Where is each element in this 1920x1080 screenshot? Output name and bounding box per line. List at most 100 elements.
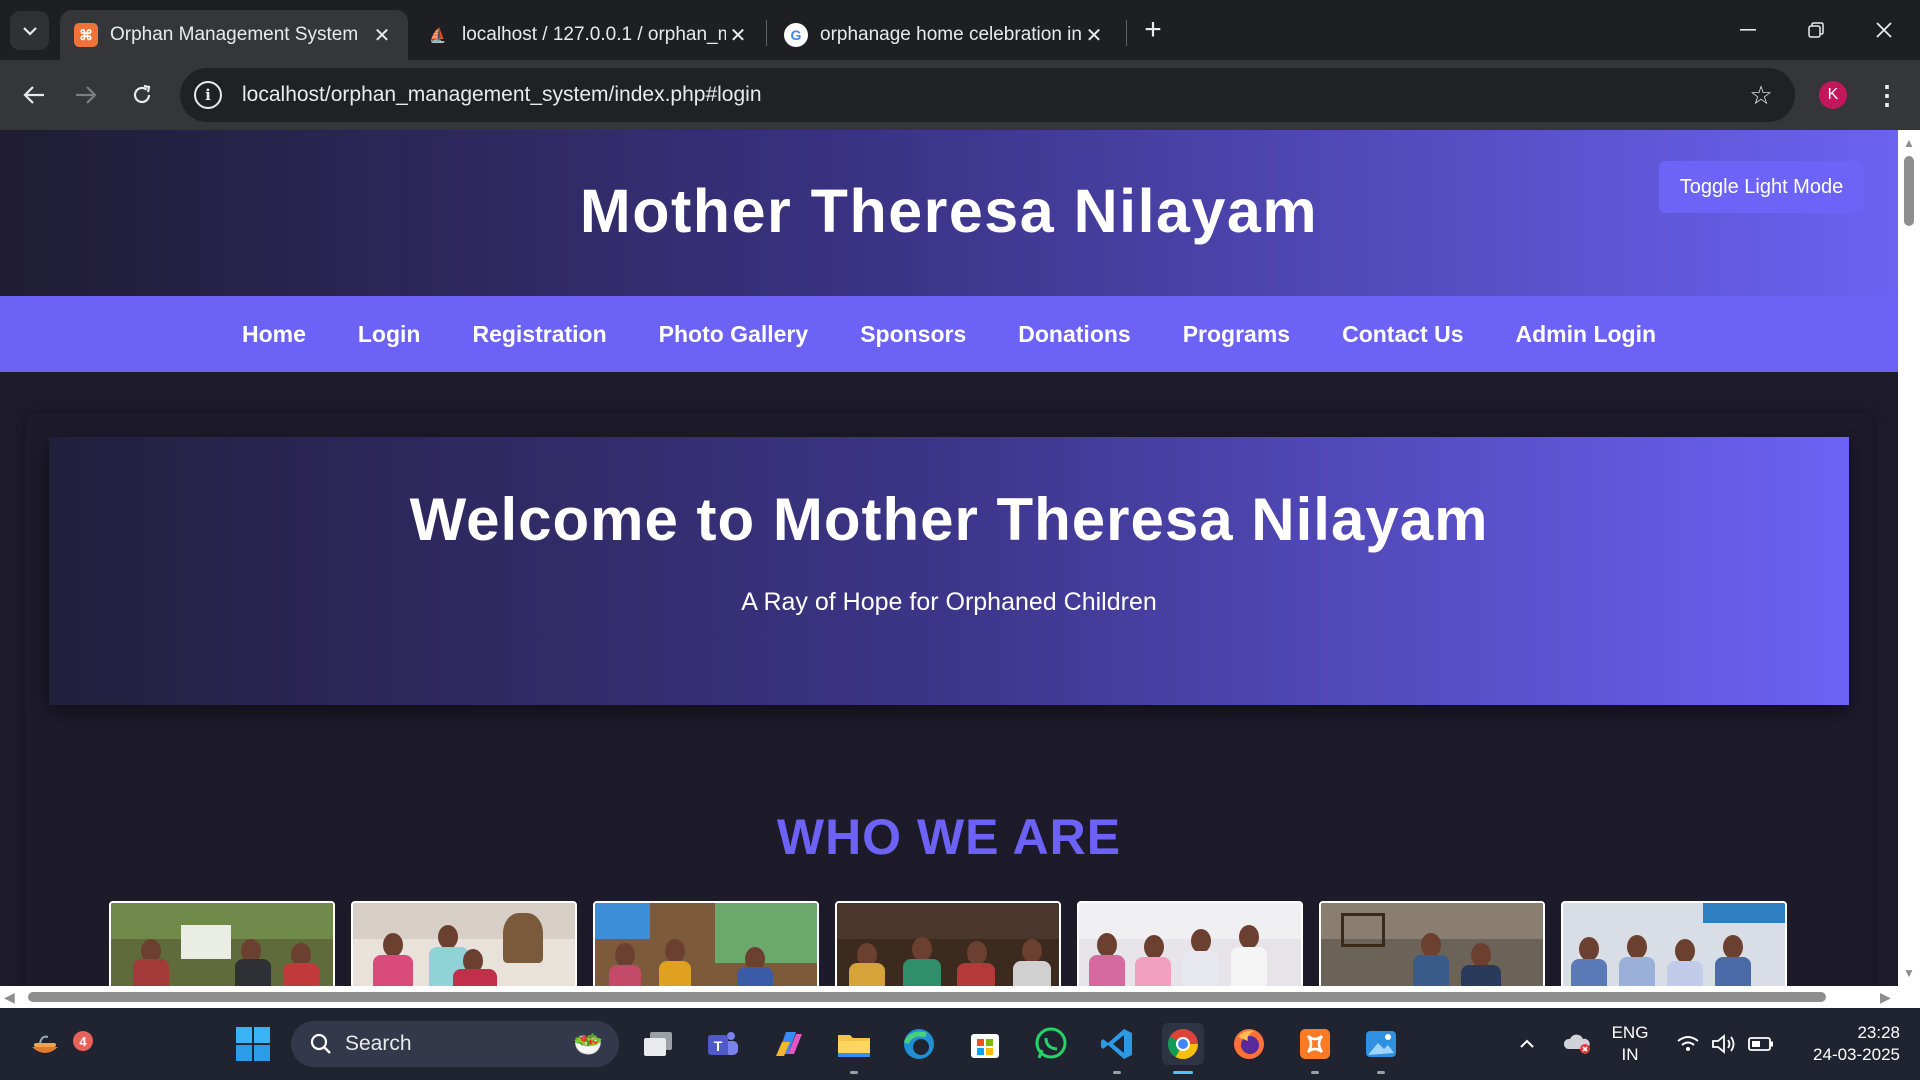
restore-icon: [1808, 22, 1824, 38]
close-icon: [1876, 22, 1892, 38]
minimize-button[interactable]: [1718, 8, 1778, 52]
photos-app[interactable]: [1360, 1023, 1402, 1074]
horizontal-scroll-thumb[interactable]: [28, 992, 1826, 1002]
nav-login[interactable]: Login: [358, 321, 421, 348]
battery-status[interactable]: [1744, 1008, 1778, 1080]
taskbar-search[interactable]: Search 🥗: [291, 1021, 619, 1067]
gallery-photo[interactable]: [1561, 901, 1787, 986]
gallery-photo[interactable]: [351, 901, 577, 986]
url-text[interactable]: localhost/orphan_management_system/index…: [242, 83, 1741, 107]
search-icon: [310, 1033, 331, 1054]
firefox-app[interactable]: [1228, 1023, 1270, 1065]
start-button[interactable]: [232, 1023, 274, 1065]
folder-icon: [838, 1035, 870, 1057]
close-icon[interactable]: ✕: [1082, 23, 1106, 48]
tab-phpmyadmin[interactable]: ⛵ localhost / 127.0.0.1 / orphan_m ✕: [412, 10, 764, 60]
gallery-photo[interactable]: [1319, 901, 1545, 986]
onedrive-status[interactable]: [1560, 1008, 1594, 1080]
restore-button[interactable]: [1786, 8, 1846, 52]
profile-avatar[interactable]: K: [1819, 81, 1847, 109]
nav-programs[interactable]: Programs: [1183, 321, 1290, 348]
close-icon[interactable]: ✕: [370, 23, 394, 48]
gallery-photo[interactable]: [109, 901, 335, 986]
close-icon[interactable]: ✕: [726, 23, 750, 48]
task-view-button[interactable]: [637, 1023, 679, 1065]
cloud-error-icon: [1563, 1034, 1590, 1054]
reload-button[interactable]: [120, 73, 164, 117]
nav-registration[interactable]: Registration: [472, 321, 606, 348]
show-hidden-icons-button[interactable]: [1512, 1008, 1542, 1080]
vertical-scroll-thumb[interactable]: [1904, 156, 1914, 226]
copilot-app[interactable]: [768, 1023, 810, 1065]
input-language-indicator[interactable]: ENG IN: [1608, 1022, 1652, 1066]
file-explorer-app[interactable]: [833, 1023, 875, 1074]
copilot-icon: [776, 1032, 802, 1056]
browser-menu-icon[interactable]: ⋮: [1872, 78, 1902, 112]
clock-time: 23:28: [1857, 1023, 1900, 1042]
teams-app[interactable]: T: [702, 1023, 744, 1065]
reload-icon: [133, 84, 151, 104]
hero-subtitle: A Ray of Hope for Orphaned Children: [741, 588, 1157, 616]
system-clock[interactable]: 23:28 24-03-2025: [1790, 1022, 1900, 1066]
close-window-button[interactable]: [1854, 8, 1914, 52]
scroll-up-arrow-icon[interactable]: ▲: [1902, 136, 1916, 150]
tab-search-button[interactable]: [10, 11, 49, 50]
browser-tab-bar: ⌘ Orphan Management System ✕ ⛵ localhost…: [0, 0, 1920, 60]
chevron-down-icon: [22, 26, 37, 36]
svg-text:T: T: [714, 1038, 723, 1054]
xampp-icon: ⌘: [74, 23, 98, 47]
windows-logo-icon: [236, 1027, 270, 1061]
tab-divider: [1126, 20, 1127, 46]
clock-date: 24-03-2025: [1813, 1045, 1900, 1064]
nav-home[interactable]: Home: [242, 321, 306, 348]
site-info-icon[interactable]: i: [194, 81, 222, 109]
toggle-light-mode-button[interactable]: Toggle Light Mode: [1659, 161, 1864, 213]
scroll-right-arrow-icon[interactable]: ▶: [1880, 989, 1891, 1006]
tab-title: localhost / 127.0.0.1 / orphan_m: [462, 24, 726, 45]
xampp-app[interactable]: [1294, 1023, 1336, 1074]
whatsapp-icon: [1035, 1027, 1067, 1059]
tab-orphan-management[interactable]: ⌘ Orphan Management System ✕: [60, 10, 408, 60]
nav-sponsors[interactable]: Sponsors: [860, 321, 966, 348]
phpmyadmin-icon: ⛵: [429, 26, 447, 43]
site-header: Mother Theresa Nilayam Toggle Light Mode: [0, 130, 1898, 296]
gallery-photo[interactable]: [593, 901, 819, 986]
xampp-icon: [1300, 1029, 1330, 1059]
volume-status[interactable]: [1708, 1008, 1740, 1080]
battery-icon: [1748, 1037, 1773, 1051]
nav-donations[interactable]: Donations: [1018, 321, 1130, 348]
bookmark-star-icon[interactable]: ☆: [1741, 80, 1781, 111]
scroll-down-arrow-icon[interactable]: ▼: [1902, 966, 1916, 980]
wifi-status[interactable]: [1672, 1008, 1704, 1080]
back-button[interactable]: [12, 73, 56, 117]
nav-photo-gallery[interactable]: Photo Gallery: [659, 321, 809, 348]
edge-app[interactable]: [898, 1023, 940, 1065]
section-title-who-we-are: WHO WE ARE: [776, 809, 1122, 865]
gallery-photo[interactable]: [1077, 901, 1303, 986]
hero-title: Welcome to Mother Theresa Nilayam: [409, 486, 1489, 553]
nav-contact-us[interactable]: Contact Us: [1342, 321, 1463, 348]
main-navigation: Home Login Registration Photo Gallery Sp…: [0, 296, 1898, 372]
vertical-scrollbar[interactable]: ▲ ▼: [1898, 130, 1920, 986]
browser-toolbar: i localhost/orphan_management_system/ind…: [0, 60, 1920, 130]
nav-admin-login[interactable]: Admin Login: [1516, 321, 1657, 348]
address-bar[interactable]: i localhost/orphan_management_system/ind…: [180, 68, 1795, 122]
new-tab-button[interactable]: +: [1138, 12, 1168, 48]
forward-button[interactable]: [64, 73, 108, 117]
scroll-left-arrow-icon[interactable]: ◀: [4, 989, 15, 1006]
microsoft-store-app[interactable]: [964, 1023, 1006, 1065]
firefox-icon: [1234, 1029, 1264, 1059]
gallery-photo[interactable]: [835, 901, 1061, 986]
region-code: IN: [1621, 1045, 1639, 1064]
horizontal-scrollbar[interactable]: ◀ ▶: [0, 986, 1920, 1008]
search-highlight-icon: 🥗: [573, 1030, 603, 1058]
chrome-app[interactable]: [1162, 1023, 1204, 1074]
vscode-app[interactable]: [1096, 1023, 1138, 1074]
arrow-left-icon: [23, 86, 44, 104]
tab-google-search[interactable]: G orphanage home celebration in ✕: [770, 10, 1120, 60]
widgets-button[interactable]: 4: [24, 1023, 93, 1065]
store-icon: [971, 1034, 999, 1058]
whatsapp-app[interactable]: [1030, 1023, 1072, 1065]
windows-taskbar: 4 Search 🥗 T ENG IN 23:28 24-03-2025: [0, 1008, 1920, 1080]
wifi-icon: [1677, 1036, 1699, 1051]
